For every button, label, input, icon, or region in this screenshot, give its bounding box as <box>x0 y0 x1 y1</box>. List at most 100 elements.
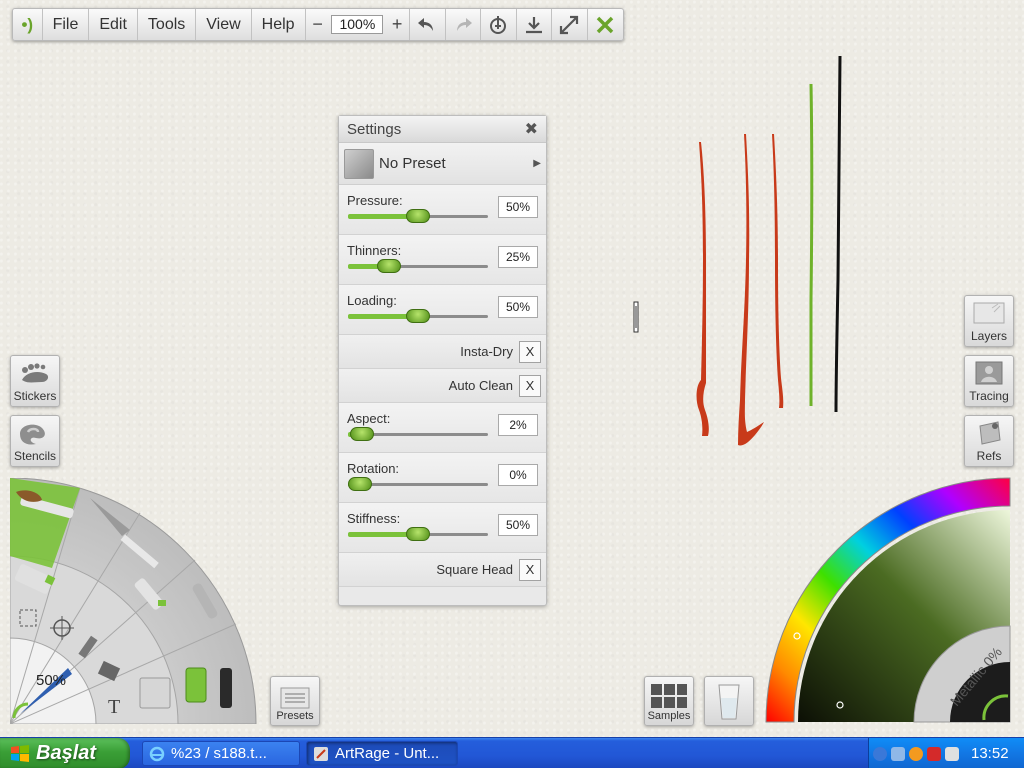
taskbar-item-browser[interactable]: %23 / s188.t... <box>142 741 300 766</box>
auto-clean-checkbox[interactable]: X <box>519 374 541 397</box>
refs-label: Refs <box>976 449 1002 463</box>
settings-panel: Settings ✖ No Preset ▶ Pressure: 50% Thi… <box>338 115 547 606</box>
volume-icon[interactable] <box>945 746 959 761</box>
rotation-slider[interactable] <box>348 477 488 491</box>
menu-edit[interactable]: Edit <box>89 9 138 40</box>
roller-icon[interactable] <box>139 677 171 709</box>
auto-clean-label: Auto Clean <box>448 378 513 393</box>
avast-icon[interactable] <box>909 746 923 761</box>
taskbar-clock[interactable]: 13:52 <box>971 745 1009 762</box>
aspect-slider[interactable] <box>348 427 488 441</box>
slider-thumb[interactable] <box>348 477 372 491</box>
artrage-app-icon <box>314 746 328 761</box>
tracing-button[interactable]: Tracing <box>964 355 1014 407</box>
color-picker[interactable]: Metallic 0% <box>764 476 1014 726</box>
security-shield-icon[interactable] <box>927 746 941 761</box>
slider-thumb[interactable] <box>406 527 430 541</box>
menu-tools[interactable]: Tools <box>138 9 197 40</box>
undo-icon[interactable] <box>410 9 446 40</box>
layers-icon <box>973 302 1005 324</box>
settings-header[interactable]: Settings ✖ <box>339 116 546 143</box>
close-icon[interactable]: ✖ <box>525 119 538 139</box>
stencils-button[interactable]: Stencils <box>10 415 60 467</box>
windows-logo-icon <box>11 744 29 762</box>
aspect-value[interactable]: 2% <box>498 414 538 436</box>
tracing-label: Tracing <box>969 389 1009 403</box>
zoom-level-field[interactable]: 100% <box>331 15 384 34</box>
preset-label: No Preset <box>379 155 446 172</box>
water-cup-button[interactable] <box>704 676 754 726</box>
rotation-label: Rotation: <box>347 461 400 476</box>
stickers-button[interactable]: Stickers <box>10 355 60 407</box>
insta-dry-checkbox[interactable]: X <box>519 340 541 363</box>
brush-size-percent: 50% <box>36 672 67 689</box>
aspect-label: Aspect: <box>347 411 391 426</box>
thinners-slider[interactable] <box>348 259 488 273</box>
preset-arrow-icon[interactable]: ▶ <box>533 158 541 169</box>
slider-thumb[interactable] <box>406 209 430 223</box>
footprint-icon <box>22 363 49 383</box>
save-icon[interactable] <box>517 9 553 40</box>
felt-pen-icon[interactable] <box>220 668 232 708</box>
aspect-slider-row: Aspect: 2% <box>339 403 546 453</box>
refs-button[interactable]: Refs <box>964 415 1014 467</box>
loading-slider[interactable] <box>348 309 488 323</box>
water-glass-icon <box>718 684 740 720</box>
pen-cursor-icon <box>633 301 639 333</box>
tracing-icon <box>975 361 1003 385</box>
zoom-control: − 100% + <box>306 9 411 40</box>
menu-file[interactable]: File <box>43 9 90 40</box>
stiffness-slider[interactable] <box>348 527 488 541</box>
redo-icon[interactable] <box>446 9 482 40</box>
stencils-label: Stencils <box>13 449 57 463</box>
pressure-label: Pressure: <box>347 193 403 208</box>
green-paint-stroke <box>809 83 814 406</box>
brush-preset-icon <box>344 148 374 179</box>
presets-button[interactable]: Presets <box>270 676 320 726</box>
square-head-row: Square Head X <box>339 553 546 587</box>
glitter-tube-icon[interactable] <box>185 667 207 703</box>
auto-clean-row: Auto Clean X <box>339 369 546 403</box>
square-head-checkbox[interactable]: X <box>519 558 541 581</box>
pressure-slider-row: Pressure: 50% <box>339 185 546 235</box>
red-paint-stroke <box>772 134 784 408</box>
pressure-value[interactable]: 50% <box>498 196 538 218</box>
thinners-value[interactable]: 25% <box>498 246 538 268</box>
start-button[interactable]: Başlat <box>0 738 130 768</box>
loading-value[interactable]: 50% <box>498 296 538 318</box>
presets-icon <box>280 687 310 709</box>
zoom-in-button[interactable]: + <box>391 14 403 35</box>
slider-thumb[interactable] <box>406 309 430 323</box>
tray-arrow-icon[interactable] <box>873 746 887 761</box>
taskbar-item-label: ArtRage - Unt... <box>335 745 440 762</box>
transform-icon[interactable] <box>481 9 517 40</box>
menu-help[interactable]: Help <box>252 9 306 40</box>
network-icon[interactable] <box>891 746 905 761</box>
layers-button[interactable]: Layers <box>964 295 1014 347</box>
taskbar-item-artrage[interactable]: ArtRage - Unt... <box>306 741 458 766</box>
main-menubar: •) File Edit Tools View Help − 100% + <box>12 8 624 41</box>
thinners-slider-row: Thinners: 25% <box>339 235 546 285</box>
samples-grid-icon <box>651 684 687 708</box>
close-app-icon[interactable] <box>588 9 623 40</box>
loading-slider-row: Loading: 50% <box>339 285 546 335</box>
slider-thumb[interactable] <box>350 427 375 441</box>
fullscreen-icon[interactable] <box>552 9 588 40</box>
stencil-icon <box>20 424 45 445</box>
artrage-logo-icon[interactable]: •) <box>13 9 43 40</box>
slider-thumb[interactable] <box>377 259 401 273</box>
settings-title: Settings <box>347 120 402 138</box>
pushpin-icon <box>979 421 1001 445</box>
text-tool-icon[interactable]: T <box>108 696 120 718</box>
stiffness-slider-row: Stiffness: 50% <box>339 503 546 553</box>
stickers-label: Stickers <box>13 389 57 403</box>
black-paint-stroke <box>834 55 842 413</box>
insta-dry-row: Insta-Dry X <box>339 335 546 369</box>
preset-selector[interactable]: No Preset ▶ <box>339 143 546 185</box>
samples-button[interactable]: Samples <box>644 676 694 726</box>
zoom-out-button[interactable]: − <box>312 14 324 35</box>
rotation-value[interactable]: 0% <box>498 464 538 486</box>
pressure-slider[interactable] <box>348 209 488 223</box>
stiffness-value[interactable]: 50% <box>498 514 538 536</box>
menu-view[interactable]: View <box>196 9 252 40</box>
